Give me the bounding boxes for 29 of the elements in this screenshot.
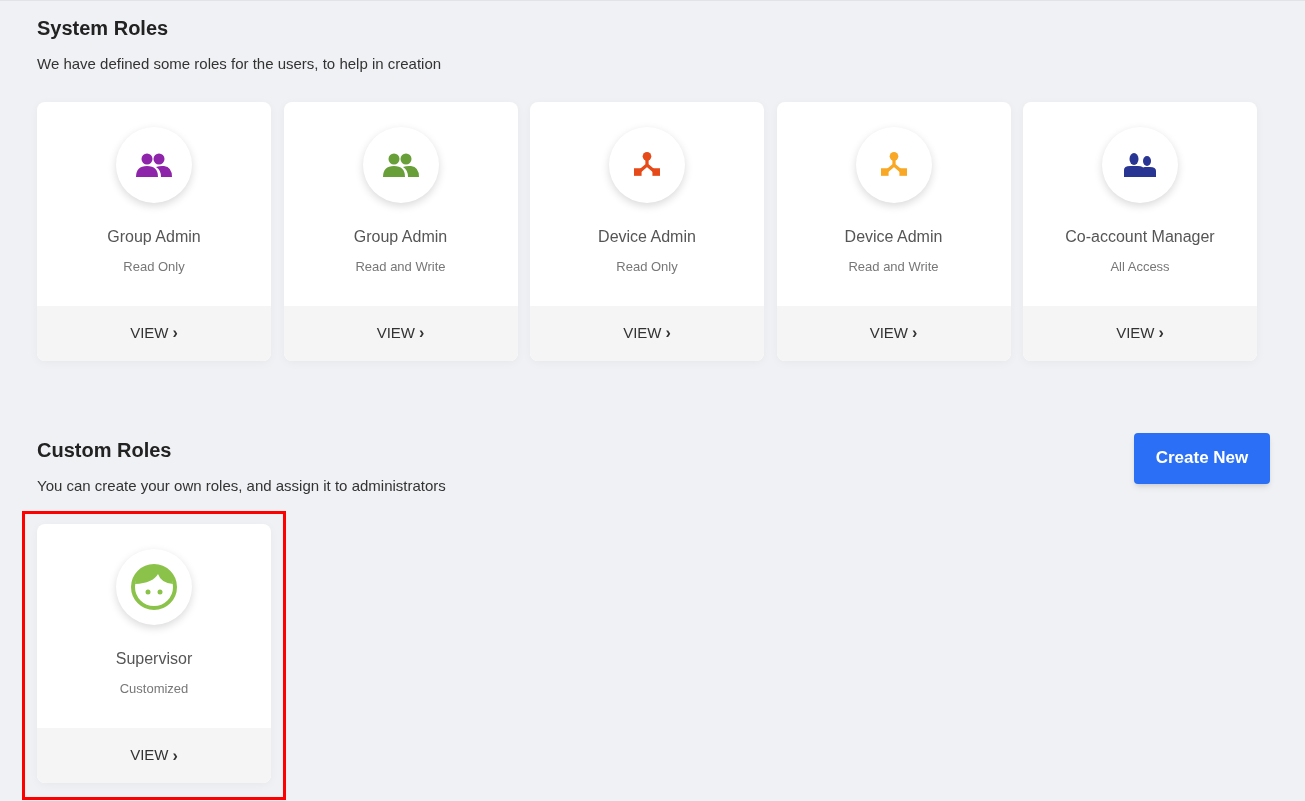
chevron-icon: › xyxy=(912,325,918,341)
create-new-button[interactable]: Create New xyxy=(1134,432,1270,484)
role-name: Group Admin xyxy=(107,226,201,247)
role-access: Read and Write xyxy=(848,257,939,276)
role-name: Co-account Manager xyxy=(1065,226,1215,247)
chevron-icon: › xyxy=(665,325,671,341)
role-access: Read and Write xyxy=(355,257,446,276)
role-name: Supervisor xyxy=(115,649,193,669)
role-name: Device Admin xyxy=(598,226,696,247)
view-button[interactable]: VIEW › xyxy=(1023,305,1257,361)
chevron-icon: › xyxy=(419,325,425,341)
section-description: We have defined some roles for the users, to help in creation xyxy=(37,54,443,74)
chevron-icon: › xyxy=(172,747,178,764)
chevron-icon: › xyxy=(172,325,178,341)
section-title: System Roles xyxy=(37,16,170,41)
view-button[interactable]: VIEW › xyxy=(530,305,764,361)
section-title: Custom Roles xyxy=(37,437,173,463)
section-description: You can create your own roles, and assign it to administrators xyxy=(37,475,446,496)
role-access: Read Only xyxy=(616,257,678,276)
role-access: All Access xyxy=(1110,257,1170,276)
chevron-icon: › xyxy=(1158,325,1164,341)
view-button[interactable]: VIEW › xyxy=(37,728,271,783)
role-name: Group Admin xyxy=(353,226,448,247)
role-access: Customized xyxy=(119,680,189,698)
view-button[interactable]: VIEW › xyxy=(283,305,518,361)
role-access: Read Only xyxy=(123,257,185,276)
view-button[interactable]: VIEW › xyxy=(37,305,271,361)
view-button[interactable]: VIEW › xyxy=(776,305,1011,361)
role-name: Device Admin xyxy=(844,226,943,247)
